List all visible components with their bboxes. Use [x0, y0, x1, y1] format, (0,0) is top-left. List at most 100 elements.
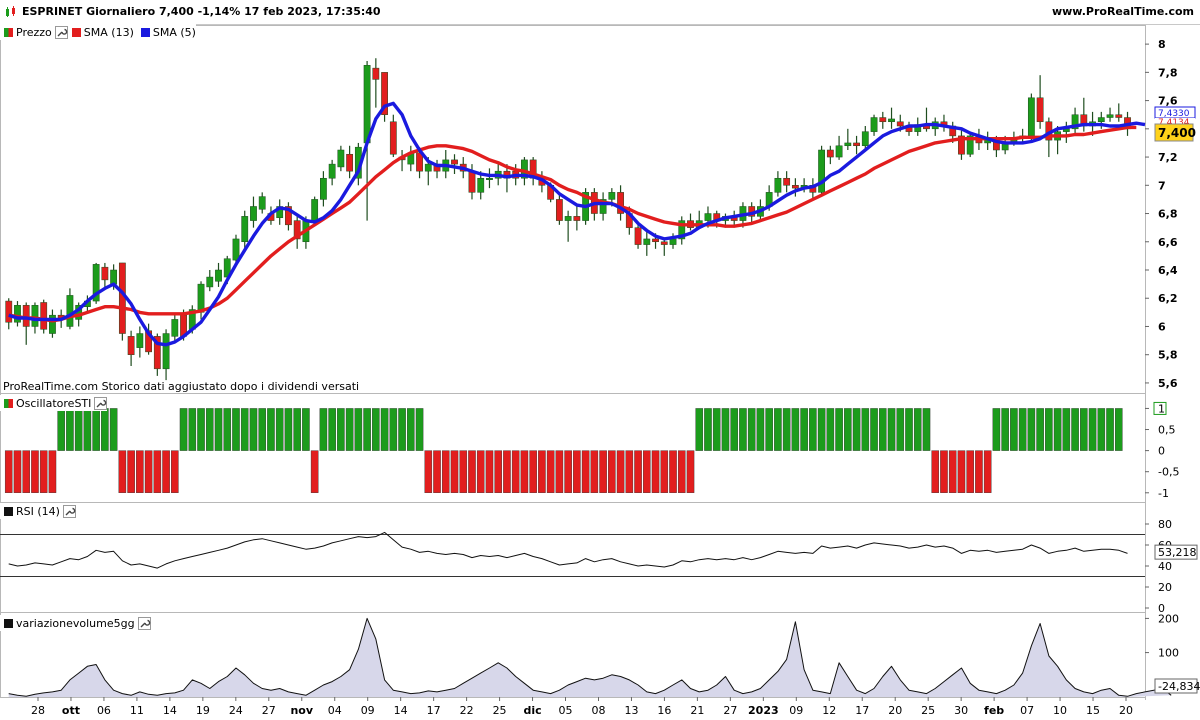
candle-body [110, 269, 118, 285]
oscillator-bar [975, 450, 983, 493]
candle-body [171, 319, 179, 337]
wrench-icon[interactable] [62, 504, 76, 518]
oscillator-bar [660, 450, 669, 493]
oscillator-bar [39, 450, 48, 493]
oscillator-bar [922, 408, 931, 451]
oscillator-bar [686, 450, 695, 493]
candle-body [783, 177, 791, 186]
x-tick-label: 16 [657, 704, 671, 717]
x-tick-label: 20 [888, 704, 902, 717]
volume-legend: variazionevolume5gg [0, 615, 151, 631]
oscillator-bar [1010, 408, 1018, 451]
osc-tick-label: 1 [1158, 402, 1165, 415]
x-tick-label: 13 [624, 704, 638, 717]
candle-body [573, 216, 581, 221]
candle-body [346, 153, 354, 172]
oscillator-bar [118, 450, 127, 493]
x-tick-label: 19 [196, 704, 210, 717]
oscillator-bar [887, 408, 896, 451]
price-tick-label: 7,2 [1158, 151, 1178, 164]
x-tick-label: 25 [921, 704, 935, 717]
x-tick-label: 28 [31, 704, 45, 717]
x-tick-label: 21 [690, 704, 704, 717]
oscillator-bar [1088, 408, 1097, 451]
oscillator-bar [1114, 408, 1123, 451]
candle-body [118, 262, 126, 334]
oscillator-bar [651, 450, 660, 493]
oscillator-bar [677, 450, 686, 493]
last-price-label: 7,400 [1158, 126, 1196, 140]
oscillator-bar [214, 408, 223, 451]
oscillator-bar [468, 450, 476, 493]
candle-body [669, 238, 677, 245]
candle-body [643, 238, 651, 245]
oscillator-bar [459, 450, 468, 493]
oscillator-bar [931, 450, 940, 493]
candle-body [888, 118, 895, 123]
x-tick-label: 20 [1119, 704, 1133, 717]
x-tick-label: 30 [954, 704, 968, 717]
oscillator-bar [57, 408, 65, 451]
oscillator-bar [267, 408, 275, 451]
oscillator-bar [22, 450, 31, 493]
osc-tick-label: -1 [1158, 487, 1169, 500]
oscillator-bar [861, 408, 870, 451]
x-tick-label: 17 [427, 704, 441, 717]
candle-body [311, 199, 319, 221]
osc-tick-label: -0,5 [1158, 466, 1179, 479]
volume-area [8, 618, 1172, 697]
oscillator-bar [450, 450, 459, 493]
oscillator-bar [870, 408, 878, 451]
oscillator-bar [520, 450, 529, 493]
oscillator-bar [83, 408, 92, 451]
oscillator-bar [153, 450, 162, 493]
chart-canvas[interactable]: 87,87,67,47,276,86,66,46,265,85,67,43307… [0, 0, 1200, 720]
x-tick-label: 10 [1053, 704, 1067, 717]
oscillator-bar [293, 408, 301, 451]
candle-body [1115, 114, 1123, 118]
price-tick-label: 5,8 [1158, 349, 1178, 362]
candle-body [879, 117, 887, 123]
vol-tick-label: 100 [1158, 647, 1179, 660]
x-tick-label: 27 [262, 704, 276, 717]
wrench-icon[interactable] [137, 616, 151, 630]
oscillator-bar [564, 450, 572, 493]
oscillator-bar [354, 408, 363, 451]
oscillator-bar [896, 408, 905, 451]
oscillator-bar [485, 450, 494, 493]
oscillator-bar [616, 450, 625, 493]
oscillator-bar [511, 450, 520, 493]
oscillator-legend: OscillatoreSTI [0, 395, 108, 411]
candle-body [896, 121, 904, 127]
oscillator-bar [171, 450, 179, 493]
candle-body [870, 117, 878, 132]
oscillator-bar [275, 408, 284, 451]
oscillator-bar [407, 408, 415, 451]
candle-body [1027, 97, 1035, 137]
candle-body [555, 199, 563, 221]
x-tick-label: 11 [130, 704, 144, 717]
x-tick-label: 09 [361, 704, 375, 717]
oscillator-bar [92, 408, 100, 451]
candle-body [250, 206, 257, 221]
oscillator-bar [13, 450, 22, 493]
x-tick-label: 15 [1086, 704, 1100, 717]
wrench-icon[interactable] [94, 396, 108, 410]
oscillator-bar [372, 408, 380, 451]
wrench-icon[interactable] [54, 25, 68, 39]
candle-body [328, 163, 336, 179]
oscillator-bar [1018, 408, 1027, 451]
x-tick-label: 05 [559, 704, 573, 717]
candle-body [477, 177, 485, 193]
line-swatch-icon [4, 618, 13, 628]
oscillator-bar [809, 408, 817, 451]
candle-body [232, 238, 240, 261]
oscillator-bar [756, 408, 765, 451]
candle-body [372, 67, 380, 80]
oscillator-bar [127, 450, 135, 493]
oscillator-bar [319, 408, 328, 451]
oscillator-bar [441, 450, 450, 493]
price-tick-label: 6 [1158, 320, 1166, 333]
price-legend: Prezzo SMA (13) SMA (5) [0, 24, 196, 40]
rsi-tick-label: 40 [1158, 560, 1172, 573]
